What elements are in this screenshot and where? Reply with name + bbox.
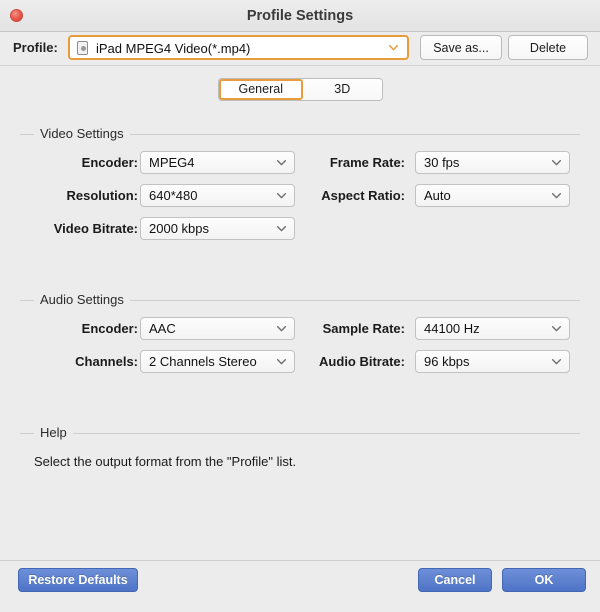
resolution-label: Resolution: — [66, 188, 139, 203]
help-legend: Help — [34, 425, 73, 440]
group-divider — [20, 433, 580, 434]
aspect-ratio-value: Auto — [424, 188, 451, 203]
chevron-down-icon — [277, 160, 286, 166]
audio-settings-legend: Audio Settings — [34, 292, 130, 307]
chevron-down-icon — [552, 160, 561, 166]
video-encoder-value: MPEG4 — [149, 155, 195, 170]
audio-encoder-select[interactable]: AAC — [140, 317, 295, 340]
chevron-down-icon — [552, 359, 561, 365]
profile-label: Profile: — [13, 40, 58, 55]
restore-defaults-button[interactable]: Restore Defaults — [18, 568, 138, 592]
help-text: Select the output format from the "Profi… — [34, 454, 297, 469]
frame-rate-label: Frame Rate: — [329, 155, 405, 170]
video-bitrate-label: Video Bitrate: — [53, 221, 138, 236]
channels-select[interactable]: 2 Channels Stereo — [140, 350, 295, 373]
audio-bitrate-value: 96 kbps — [424, 354, 470, 369]
audio-encoder-label: Encoder: — [81, 321, 138, 336]
save-as-button[interactable]: Save as... — [420, 35, 502, 60]
frame-rate-select[interactable]: 30 fps — [415, 151, 570, 174]
profile-bar: Profile: iPad MPEG4 Video(*.mp4) Save as… — [0, 32, 600, 66]
sample-rate-label: Sample Rate: — [322, 321, 405, 336]
profile-selected-value: iPad MPEG4 Video(*.mp4) — [96, 41, 251, 56]
tab-3d[interactable]: 3D — [302, 79, 382, 100]
aspect-ratio-select[interactable]: Auto — [415, 184, 570, 207]
ipad-device-icon — [77, 41, 88, 55]
chevron-down-icon — [277, 193, 286, 199]
ok-button[interactable]: OK — [502, 568, 586, 592]
resolution-select[interactable]: 640*480 — [140, 184, 295, 207]
video-bitrate-value: 2000 kbps — [149, 221, 209, 236]
video-encoder-select[interactable]: MPEG4 — [140, 151, 295, 174]
channels-label: Channels: — [75, 354, 138, 369]
sample-rate-select[interactable]: 44100 Hz — [415, 317, 570, 340]
aspect-ratio-label: Aspect Ratio: — [321, 188, 405, 203]
video-encoder-label: Encoder: — [81, 155, 138, 170]
cancel-button[interactable]: Cancel — [418, 568, 492, 592]
audio-bitrate-select[interactable]: 96 kbps — [415, 350, 570, 373]
profile-select[interactable]: iPad MPEG4 Video(*.mp4) — [68, 35, 409, 60]
delete-button[interactable]: Delete — [508, 35, 588, 60]
chevron-down-icon — [277, 226, 286, 232]
video-settings-legend: Video Settings — [34, 126, 130, 141]
chevron-down-icon — [552, 193, 561, 199]
chevron-down-icon — [389, 45, 398, 51]
chevron-down-icon — [277, 326, 286, 332]
resolution-value: 640*480 — [149, 188, 198, 203]
frame-rate-value: 30 fps — [424, 155, 460, 170]
video-bitrate-select[interactable]: 2000 kbps — [140, 217, 295, 240]
window-title: Profile Settings — [246, 8, 354, 24]
tab-general[interactable]: General — [219, 79, 303, 100]
sample-rate-value: 44100 Hz — [424, 321, 480, 336]
audio-bitrate-label: Audio Bitrate: — [319, 354, 405, 369]
chevron-down-icon — [277, 359, 286, 365]
chevron-down-icon — [552, 326, 561, 332]
audio-encoder-value: AAC — [149, 321, 176, 336]
title-bar: Profile Settings — [0, 0, 600, 32]
tab-bar: General 3D — [218, 78, 383, 101]
channels-value: 2 Channels Stereo — [149, 354, 257, 369]
